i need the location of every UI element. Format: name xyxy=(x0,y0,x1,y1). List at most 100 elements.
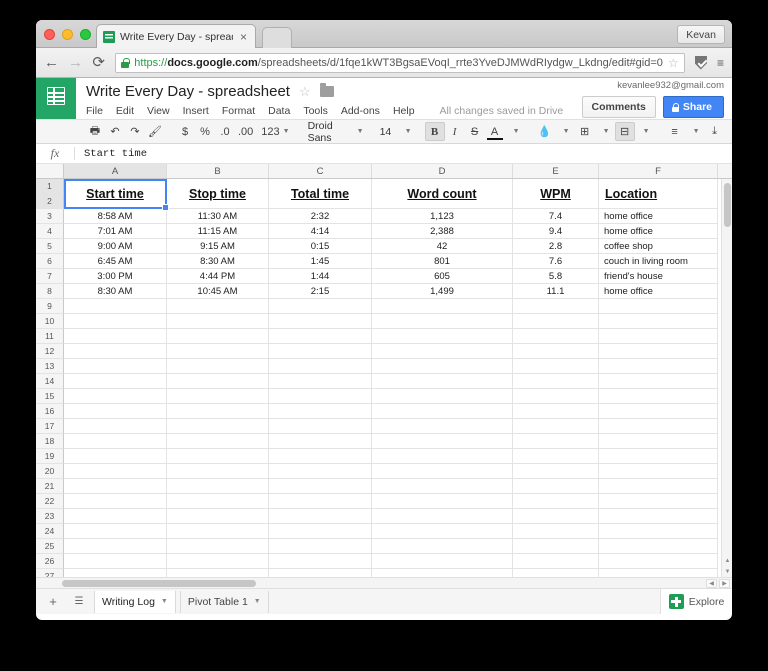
close-window-button[interactable] xyxy=(44,29,55,40)
cell-d20[interactable] xyxy=(372,464,513,479)
cell-f21[interactable] xyxy=(599,479,718,494)
cell-f27[interactable] xyxy=(599,569,718,577)
header-cell-e1[interactable]: WPM xyxy=(513,179,599,209)
cell-f18[interactable] xyxy=(599,434,718,449)
sheet-tab-writing-log[interactable]: Writing Log ▼ xyxy=(94,590,176,613)
cell-e5[interactable]: 2.8 xyxy=(513,239,599,254)
row-header-27[interactable]: 27 xyxy=(36,569,64,577)
hamburger-menu-icon[interactable]: ≡ xyxy=(717,56,724,70)
cell-b26[interactable] xyxy=(167,554,269,569)
column-header-c[interactable]: C xyxy=(269,164,372,178)
chevron-down-icon[interactable]: ▼ xyxy=(254,598,261,605)
menu-help[interactable]: Help xyxy=(393,105,415,117)
cell-c23[interactable] xyxy=(269,509,372,524)
vertical-scroll-thumb[interactable] xyxy=(724,183,731,227)
close-tab-icon[interactable]: × xyxy=(238,31,249,43)
row-header-1[interactable]: 1 xyxy=(36,179,64,194)
cell-d16[interactable] xyxy=(372,404,513,419)
cell-c24[interactable] xyxy=(269,524,372,539)
row-header-15[interactable]: 15 xyxy=(36,389,64,404)
cell-d27[interactable] xyxy=(372,569,513,577)
menu-addons[interactable]: Add-ons xyxy=(341,105,380,117)
cell-f22[interactable] xyxy=(599,494,718,509)
row-header-24[interactable]: 24 xyxy=(36,524,64,539)
cell-a10[interactable] xyxy=(64,314,167,329)
maximize-window-button[interactable] xyxy=(80,29,91,40)
row-header-9[interactable]: 9 xyxy=(36,299,64,314)
cell-a23[interactable] xyxy=(64,509,167,524)
cell-b15[interactable] xyxy=(167,389,269,404)
scroll-right-icon[interactable]: ▶ xyxy=(719,579,730,588)
text-color-button[interactable]: A xyxy=(485,122,505,141)
cell-d22[interactable] xyxy=(372,494,513,509)
cell-a22[interactable] xyxy=(64,494,167,509)
fill-color-icon[interactable]: 💧 xyxy=(535,122,555,141)
merge-dropdown[interactable]: ▼ xyxy=(635,122,655,141)
cell-f10[interactable] xyxy=(599,314,718,329)
cell-a5[interactable]: 9:00 AM xyxy=(64,239,167,254)
cell-c15[interactable] xyxy=(269,389,372,404)
cell-e4[interactable]: 9.4 xyxy=(513,224,599,239)
cell-a12[interactable] xyxy=(64,344,167,359)
cell-b10[interactable] xyxy=(167,314,269,329)
menu-edit[interactable]: Edit xyxy=(116,105,134,117)
header-cell-c1[interactable]: Total time xyxy=(269,179,372,209)
cell-d5[interactable]: 42 xyxy=(372,239,513,254)
cell-f20[interactable] xyxy=(599,464,718,479)
column-header-b[interactable]: B xyxy=(167,164,269,178)
cell-a13[interactable] xyxy=(64,359,167,374)
scroll-left-icon[interactable]: ◀ xyxy=(706,579,717,588)
address-bar[interactable]: https://docs.google.com/spreadsheets/d/1… xyxy=(115,52,685,73)
redo-icon[interactable]: ↷ xyxy=(125,122,145,141)
menu-file[interactable]: File xyxy=(86,105,103,117)
cell-e27[interactable] xyxy=(513,569,599,577)
row-header-5[interactable]: 5 xyxy=(36,239,64,254)
cell-e14[interactable] xyxy=(513,374,599,389)
cell-a21[interactable] xyxy=(64,479,167,494)
cell-f7[interactable]: friend's house xyxy=(599,269,718,284)
star-icon[interactable]: ☆ xyxy=(299,84,311,100)
cell-a9[interactable] xyxy=(64,299,167,314)
cell-c13[interactable] xyxy=(269,359,372,374)
cell-c4[interactable]: 4:14 xyxy=(269,224,372,239)
cell-e20[interactable] xyxy=(513,464,599,479)
print-icon[interactable]: 🖶 xyxy=(85,122,105,141)
back-icon[interactable]: ← xyxy=(44,55,59,70)
cell-c17[interactable] xyxy=(269,419,372,434)
cell-c27[interactable] xyxy=(269,569,372,577)
header-cell-d1[interactable]: Word count xyxy=(372,179,513,209)
cell-b19[interactable] xyxy=(167,449,269,464)
number-format-menu[interactable]: 123 ▼ xyxy=(256,122,294,141)
cell-b4[interactable]: 11:15 AM xyxy=(167,224,269,239)
row-header-6[interactable]: 6 xyxy=(36,254,64,269)
currency-format-icon[interactable]: $ xyxy=(175,122,195,141)
cell-b18[interactable] xyxy=(167,434,269,449)
cell-b23[interactable] xyxy=(167,509,269,524)
horizontal-scrollbar[interactable]: ◀ ▶ xyxy=(36,577,732,588)
bookmark-star-icon[interactable]: ☆ xyxy=(668,56,679,70)
reload-icon[interactable]: ⟳ xyxy=(92,55,105,70)
cell-a17[interactable] xyxy=(64,419,167,434)
font-size-select[interactable]: 14 ▼ xyxy=(377,122,415,141)
row-header-8[interactable]: 8 xyxy=(36,284,64,299)
comments-button[interactable]: Comments xyxy=(581,96,656,118)
cell-f11[interactable] xyxy=(599,329,718,344)
cell-b22[interactable] xyxy=(167,494,269,509)
cell-c19[interactable] xyxy=(269,449,372,464)
cell-c5[interactable]: 0:15 xyxy=(269,239,372,254)
select-all-corner[interactable] xyxy=(36,164,64,178)
cell-d17[interactable] xyxy=(372,419,513,434)
cell-d26[interactable] xyxy=(372,554,513,569)
cell-d10[interactable] xyxy=(372,314,513,329)
strikethrough-button[interactable]: S xyxy=(465,122,485,141)
menu-tools[interactable]: Tools xyxy=(303,105,328,117)
cell-b17[interactable] xyxy=(167,419,269,434)
browser-tab[interactable]: Write Every Day - spreads × xyxy=(96,24,256,48)
explore-button[interactable]: Explore xyxy=(660,589,732,614)
account-email[interactable]: kevanlee932@gmail.com xyxy=(617,80,724,91)
cell-f9[interactable] xyxy=(599,299,718,314)
cell-e18[interactable] xyxy=(513,434,599,449)
cell-c21[interactable] xyxy=(269,479,372,494)
row-header-3[interactable]: 3 xyxy=(36,209,64,224)
column-header-e[interactable]: E xyxy=(513,164,599,178)
